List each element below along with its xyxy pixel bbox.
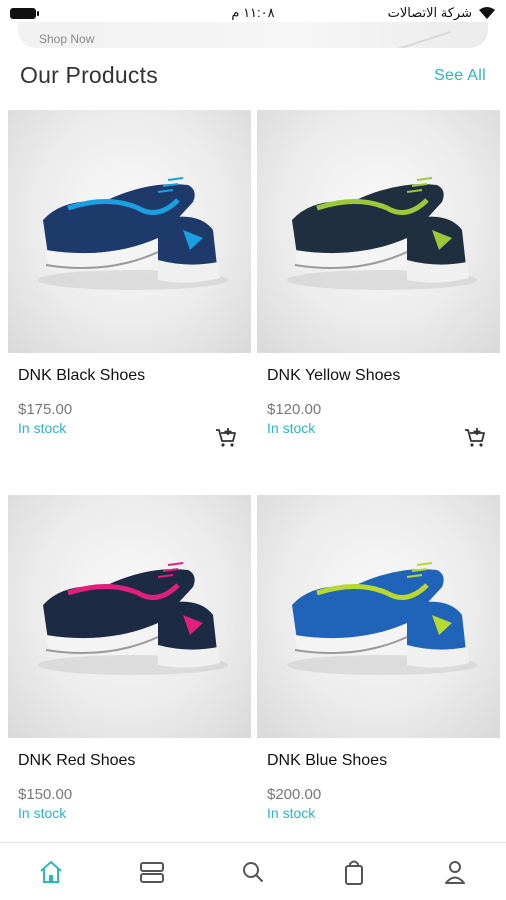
shoe-icon: [287, 562, 477, 675]
product-card[interactable]: DNK Black Shoes $175.00 In stock: [8, 110, 251, 495]
carrier-name: شركة الاتصالات: [387, 5, 472, 20]
products-header: Our Products See All: [20, 62, 486, 89]
nav-categories[interactable]: [132, 852, 172, 892]
product-image[interactable]: [257, 495, 500, 738]
product-image[interactable]: [257, 110, 500, 353]
product-name[interactable]: DNK Red Shoes: [18, 752, 241, 770]
product-image[interactable]: [8, 495, 251, 738]
nav-search[interactable]: [233, 852, 273, 892]
product-card[interactable]: DNK Blue Shoes $200.00 In stock: [257, 495, 500, 880]
shoe-icon: [287, 177, 477, 290]
add-to-cart-icon: [465, 428, 485, 447]
shoe-icon: [38, 177, 228, 290]
search-icon: [242, 861, 263, 882]
see-all-link[interactable]: See All: [434, 67, 486, 85]
product-name[interactable]: DNK Black Shoes: [18, 367, 241, 385]
stock-status: In stock: [18, 420, 67, 436]
product-price: $150.00: [18, 786, 73, 803]
nav-profile[interactable]: [435, 852, 475, 892]
product-info: DNK Yellow Shoes $120.00 In stock: [257, 353, 500, 495]
wifi-icon: [479, 7, 495, 19]
status-right: شركة الاتصالات: [388, 5, 496, 21]
categories-icon: [139, 861, 164, 883]
banner-decoration: [365, 22, 451, 48]
home-icon: [39, 860, 62, 883]
add-to-cart-icon: [216, 428, 236, 447]
battery-icon: [10, 7, 39, 19]
add-to-cart-button[interactable]: [215, 427, 237, 449]
product-price: $200.00: [267, 786, 322, 803]
nav-bag[interactable]: [334, 852, 374, 892]
product-name[interactable]: DNK Yellow Shoes: [267, 367, 490, 385]
product-name[interactable]: DNK Blue Shoes: [267, 752, 490, 770]
bag-icon: [345, 860, 364, 885]
product-grid: DNK Black Shoes $175.00 In stock DNK Yel…: [8, 110, 500, 880]
add-to-cart-button[interactable]: [464, 427, 486, 449]
status-time: ١١:٠٨ م: [231, 5, 275, 20]
product-card[interactable]: DNK Yellow Shoes $120.00 In stock: [257, 110, 500, 495]
stock-status: In stock: [267, 420, 316, 436]
stock-status: In stock: [18, 805, 67, 821]
stock-status: In stock: [267, 805, 316, 821]
product-card[interactable]: DNK Red Shoes $150.00 In stock: [8, 495, 251, 880]
bottom-nav: [0, 842, 506, 900]
product-image[interactable]: [8, 110, 251, 353]
profile-icon: [445, 860, 466, 884]
nav-home[interactable]: [31, 852, 71, 892]
product-price: $175.00: [18, 401, 73, 418]
promo-banner[interactable]: Shop Now: [18, 22, 488, 48]
shop-now-link[interactable]: Shop Now: [39, 32, 94, 46]
section-title: Our Products: [20, 62, 158, 88]
product-price: $120.00: [267, 401, 322, 418]
shoe-icon: [38, 562, 228, 675]
product-info: DNK Black Shoes $175.00 In stock: [8, 353, 251, 495]
